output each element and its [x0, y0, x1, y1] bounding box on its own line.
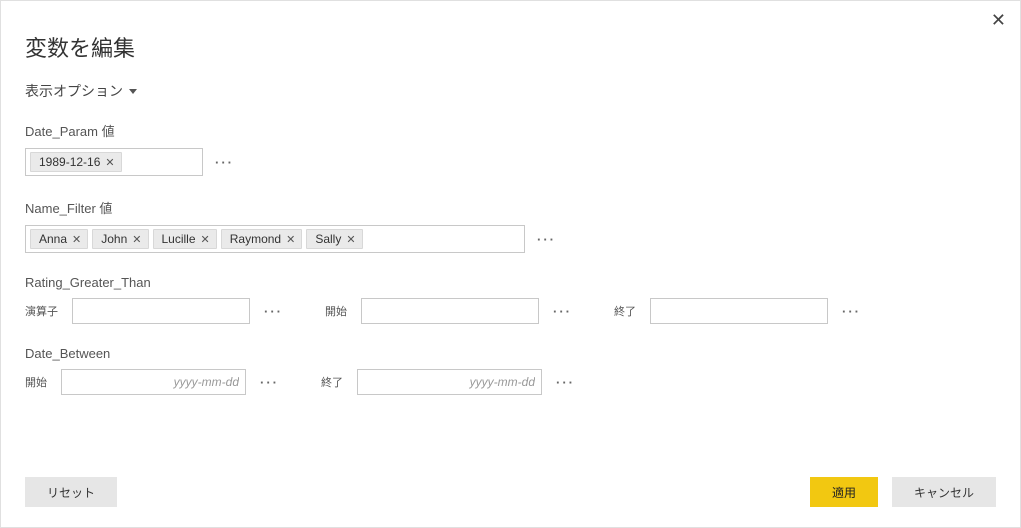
cancel-button[interactable]: キャンセル [892, 477, 996, 507]
section-rating-greater: Rating_Greater_Than 演算子 ··· 開始 ··· 終了 ··… [25, 275, 996, 324]
name-filter-label: Name_Filter 値 [25, 198, 996, 217]
date-end-label: 終了 [321, 374, 343, 390]
token-text: Lucille [162, 232, 196, 246]
token: 1989-12-16 ✕ [30, 152, 122, 172]
token-remove-icon[interactable]: ✕ [105, 156, 114, 169]
more-icon[interactable]: ··· [842, 304, 861, 319]
token-remove-icon[interactable]: ✕ [201, 233, 210, 246]
section-date-between: Date_Between 開始 ··· 終了 ··· [25, 346, 996, 395]
display-options-label: 表示オプション [25, 81, 123, 101]
more-icon[interactable]: ··· [553, 304, 572, 319]
date-end-input[interactable] [357, 369, 542, 395]
chevron-down-icon [129, 89, 137, 94]
token-text: Sally [315, 232, 341, 246]
more-icon[interactable]: ··· [260, 375, 279, 390]
token: Anna ✕ [30, 229, 88, 249]
token-remove-icon[interactable]: ✕ [132, 233, 141, 246]
apply-button[interactable]: 適用 [810, 477, 878, 507]
token: Lucille ✕ [153, 229, 217, 249]
more-icon[interactable]: ··· [215, 155, 234, 170]
dialog-title: 変数を編集 [25, 31, 996, 63]
close-icon[interactable]: ✕ [991, 11, 1006, 29]
operator-label: 演算子 [25, 303, 58, 319]
name-filter-input[interactable]: Anna ✕ John ✕ Lucille ✕ Raymond ✕ Sally ✕ [25, 225, 525, 253]
section-date-param: Date_Param 値 1989-12-16 ✕ ··· [25, 121, 996, 176]
rating-start-input[interactable] [361, 298, 539, 324]
rating-end-label: 終了 [614, 303, 636, 319]
section-name-filter: Name_Filter 値 Anna ✕ John ✕ Lucille ✕ Raymo… [25, 198, 996, 253]
more-icon[interactable]: ··· [537, 232, 556, 247]
token-text: John [101, 232, 127, 246]
operator-input[interactable] [72, 298, 250, 324]
date-start-input[interactable] [61, 369, 246, 395]
reset-button[interactable]: リセット [25, 477, 117, 507]
token-remove-icon[interactable]: ✕ [72, 233, 81, 246]
date-start-label: 開始 [25, 374, 47, 390]
rating-start-label: 開始 [325, 303, 347, 319]
token: Sally ✕ [306, 229, 362, 249]
display-options-toggle[interactable]: 表示オプション [25, 81, 137, 101]
rating-end-input[interactable] [650, 298, 828, 324]
token-text: 1989-12-16 [39, 155, 100, 169]
token-text: Anna [39, 232, 67, 246]
date-between-label: Date_Between [25, 346, 996, 361]
rating-greater-label: Rating_Greater_Than [25, 275, 996, 290]
token-remove-icon[interactable]: ✕ [286, 233, 295, 246]
edit-variables-dialog: ✕ 変数を編集 表示オプション Date_Param 値 1989-12-16 … [0, 0, 1021, 528]
token-remove-icon[interactable]: ✕ [346, 233, 355, 246]
date-param-input[interactable]: 1989-12-16 ✕ [25, 148, 203, 176]
dialog-footer: リセット 適用 キャンセル [25, 477, 996, 507]
token: Raymond ✕ [221, 229, 303, 249]
more-icon[interactable]: ··· [264, 304, 283, 319]
date-param-label: Date_Param 値 [25, 121, 996, 140]
token: John ✕ [92, 229, 148, 249]
more-icon[interactable]: ··· [556, 375, 575, 390]
token-text: Raymond [230, 232, 281, 246]
